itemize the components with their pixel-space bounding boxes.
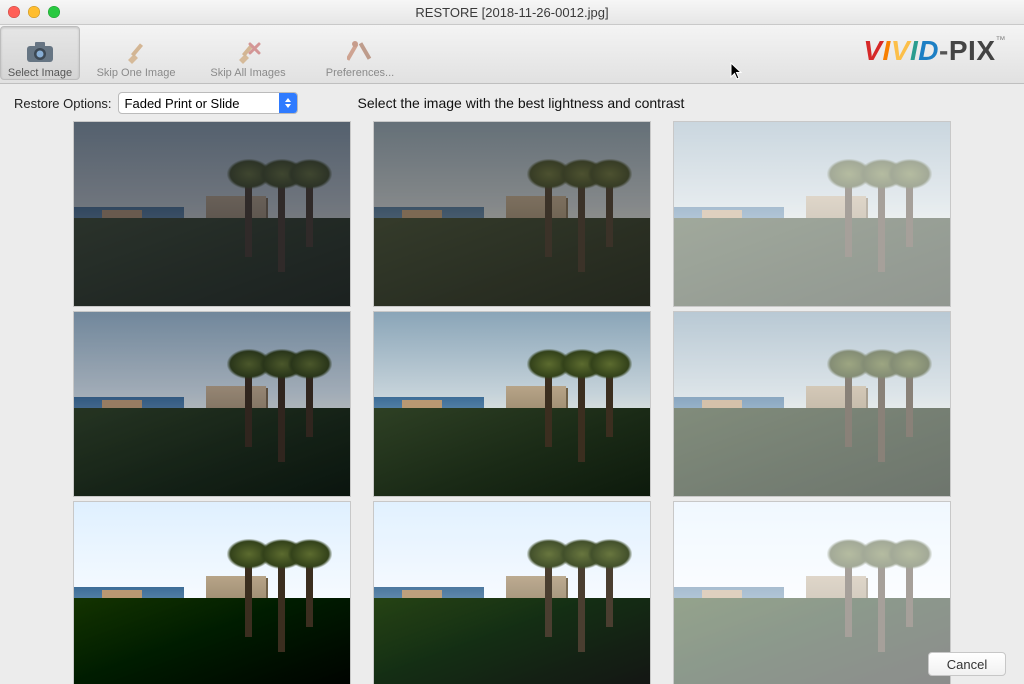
brush-icon [122,39,150,65]
thumbnail-option[interactable] [374,502,650,684]
minimize-window-button[interactable] [28,6,40,18]
restore-options-label: Restore Options: [14,96,112,111]
toolbar-label: Skip All Images [210,67,285,79]
tools-icon [346,39,374,65]
thumbnail-option[interactable] [674,122,950,306]
toolbar-label: Skip One Image [97,67,176,79]
skip-all-images-button[interactable]: Skip All Images [192,26,304,80]
window-controls [8,6,60,18]
toolbar: Select Image Skip One Image Skip All Ima… [0,25,1024,84]
restore-options-select-wrap: Faded Print or Slide [118,92,298,114]
instruction-text: Select the image with the best lightness… [358,95,685,111]
brush-x-icon [234,39,262,65]
thumbnail-option[interactable] [74,312,350,496]
skip-one-image-button[interactable]: Skip One Image [80,26,192,80]
window-title: RESTORE [2018-11-26-0012.jpg] [0,5,1024,20]
thumbnail-option[interactable] [674,312,950,496]
toolbar-label: Preferences... [326,67,394,79]
thumbnail-option[interactable] [374,122,650,306]
close-window-button[interactable] [8,6,20,18]
select-image-button[interactable]: Select Image [0,26,80,80]
thumbnail-option[interactable] [74,502,350,684]
restore-options-select[interactable]: Faded Print or Slide [118,92,298,114]
vivid-pix-logo: VIVID-PIX™ [863,35,1006,67]
preferences-button[interactable]: Preferences... [304,26,416,80]
thumbnail-option[interactable] [374,312,650,496]
zoom-window-button[interactable] [48,6,60,18]
camera-icon [26,39,54,65]
toolbar-label: Select Image [8,67,72,79]
titlebar: RESTORE [2018-11-26-0012.jpg] [0,0,1024,25]
thumbnail-grid [0,122,1024,684]
cancel-button[interactable]: Cancel [928,652,1006,676]
options-row: Restore Options: Faded Print or Slide Se… [0,84,1024,118]
thumbnail-option[interactable] [74,122,350,306]
thumbnail-option[interactable] [674,502,950,684]
